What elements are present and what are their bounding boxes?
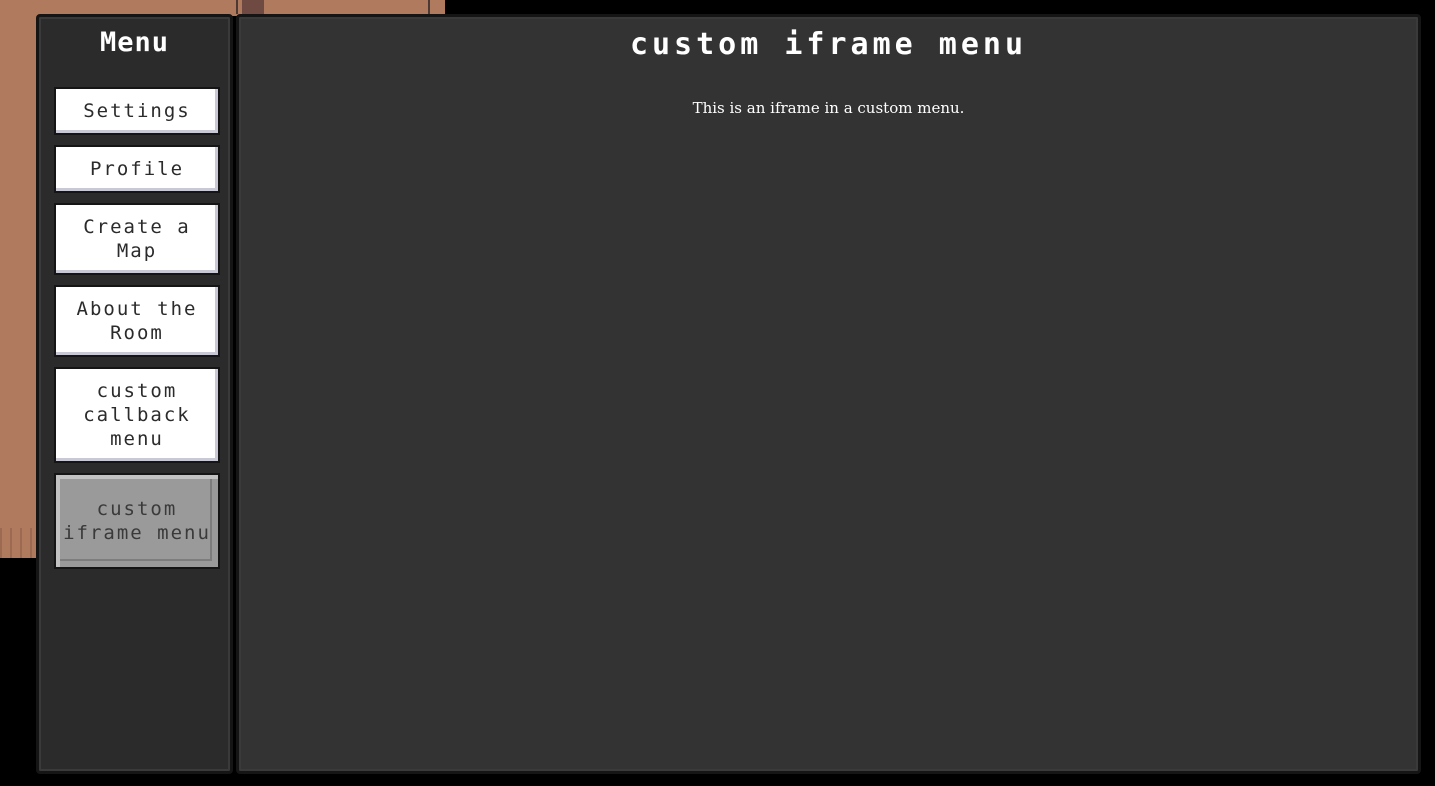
custom-callback-menu-button[interactable]: custom callback menu bbox=[54, 367, 220, 463]
create-map-button[interactable]: Create a Map bbox=[54, 203, 220, 275]
about-room-button[interactable]: About the Room bbox=[54, 285, 220, 357]
settings-button[interactable]: Settings bbox=[54, 87, 220, 135]
menu-sidebar: Menu Settings Profile Create a Map About… bbox=[36, 14, 233, 774]
custom-iframe[interactable]: This is an iframe in a custom menu. bbox=[247, 87, 1410, 763]
page-title: custom iframe menu bbox=[629, 27, 1028, 62]
map-fence-post bbox=[236, 0, 238, 14]
custom-iframe-menu-button[interactable]: custom iframe menu bbox=[54, 473, 220, 569]
map-fence-post bbox=[428, 0, 430, 14]
menu-title: Menu bbox=[99, 27, 170, 58]
menu-content-panel: custom iframe menu This is an iframe in … bbox=[236, 14, 1421, 774]
iframe-text: This is an iframe in a custom menu. bbox=[692, 99, 965, 117]
profile-button[interactable]: Profile bbox=[54, 145, 220, 193]
game-map-background-left bbox=[0, 0, 40, 558]
